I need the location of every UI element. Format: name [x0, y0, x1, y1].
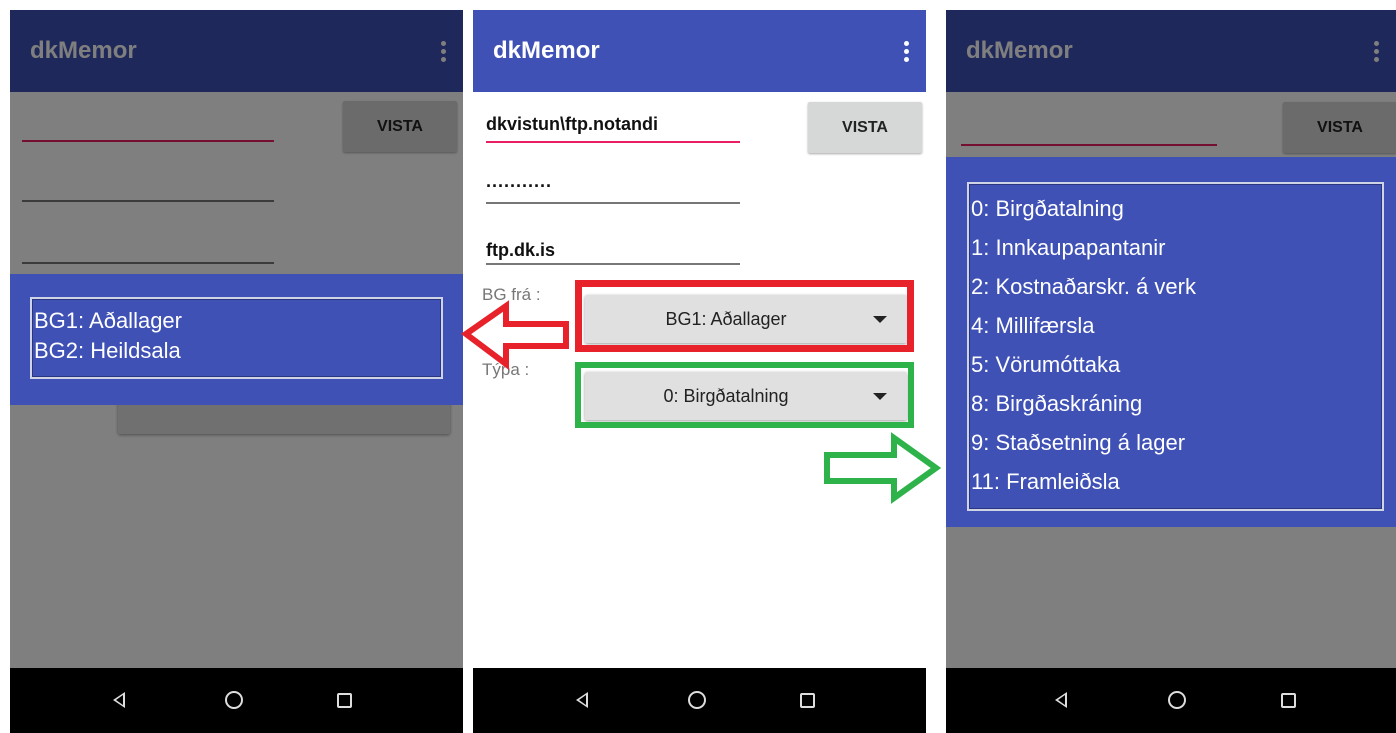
settings-form: dkvistun\ftp.notandi VISTA ··········· f…	[473, 92, 926, 668]
password-input[interactable]: ···········	[486, 176, 552, 197]
type-option[interactable]: 0: Birgðatalning	[969, 194, 1382, 224]
nav-back-icon[interactable]	[113, 692, 125, 708]
nav-home-icon[interactable]	[688, 691, 706, 709]
app-title: dkMemor	[493, 37, 600, 64]
nav-home-icon[interactable]	[225, 691, 243, 709]
type-options-list: 0: Birgðatalning 1: Innkaupapantanir 2: …	[967, 182, 1384, 511]
nav-back-icon[interactable]	[1055, 692, 1067, 708]
warehouse-option[interactable]: BG2: Heildsala	[32, 336, 441, 366]
warehouse-option[interactable]: BG1: Aðallager	[32, 306, 441, 336]
warehouse-highlight	[575, 280, 914, 352]
username-input[interactable]: dkvistun\ftp.notandi	[486, 114, 658, 135]
system-nav-bar	[473, 668, 926, 733]
username-underline	[486, 141, 740, 143]
type-option[interactable]: 1: Innkaupapantanir	[969, 233, 1382, 263]
screen-warehouse-dialog: dkMemor VISTA BG1: Aðallager BG2: Heilds…	[10, 10, 463, 733]
arrow-right-icon	[824, 432, 942, 504]
nav-recent-icon[interactable]	[800, 693, 815, 708]
nav-recent-icon[interactable]	[337, 693, 352, 708]
arrow-left-icon	[460, 300, 569, 370]
system-nav-bar	[946, 668, 1396, 733]
more-vert-icon[interactable]	[904, 41, 910, 63]
system-nav-bar	[10, 668, 463, 733]
type-option[interactable]: 2: Kostnaðarskr. á verk	[969, 272, 1382, 302]
password-underline	[486, 202, 740, 204]
screen-settings: dkMemor dkvistun\ftp.notandi VISTA ·····…	[473, 10, 926, 733]
screen-type-dialog: dkMemor VISTA 0: Birgðatalning 1: Innkau…	[946, 10, 1396, 733]
warehouse-options-list: BG1: Aðallager BG2: Heildsala	[30, 297, 443, 379]
nav-back-icon[interactable]	[576, 692, 588, 708]
nav-recent-icon[interactable]	[1281, 693, 1296, 708]
type-option[interactable]: 4: Millifærsla	[969, 311, 1382, 341]
server-underline	[486, 263, 740, 265]
save-button[interactable]: VISTA	[808, 102, 922, 153]
type-option[interactable]: 5: Vörumóttaka	[969, 350, 1382, 380]
nav-home-icon[interactable]	[1168, 691, 1186, 709]
type-option[interactable]: 9: Staðsetning á lager	[969, 428, 1382, 458]
type-highlight	[575, 362, 914, 428]
type-option[interactable]: 8: Birgðaskráning	[969, 389, 1382, 419]
app-bar: dkMemor	[473, 10, 926, 92]
type-option[interactable]: 11: Framleiðsla	[969, 467, 1382, 497]
server-input[interactable]: ftp.dk.is	[486, 240, 555, 261]
